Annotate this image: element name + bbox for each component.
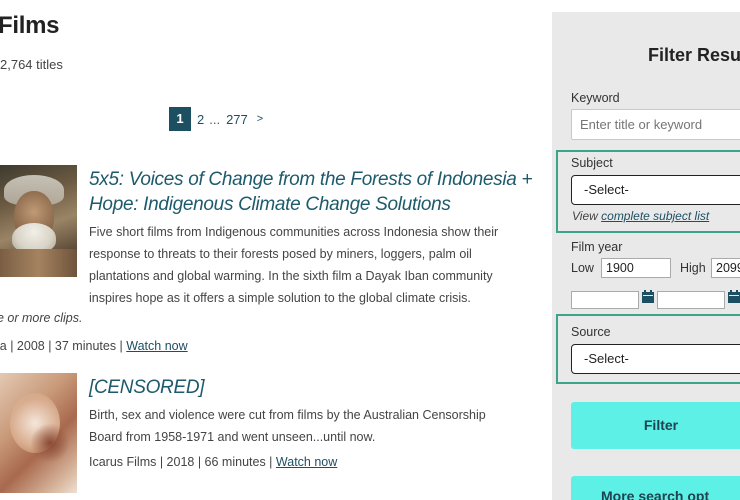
subject-label: Subject xyxy=(571,156,613,170)
pagination: 1 2 ... 277 > xyxy=(169,107,263,131)
page-link-last[interactable]: 277 xyxy=(226,112,248,127)
film-year-label: Film year xyxy=(571,240,623,254)
film-description: Five short films from Indigenous communi… xyxy=(89,225,499,305)
subject-select[interactable]: -Select- xyxy=(571,175,740,205)
calendar-icon[interactable] xyxy=(642,290,654,303)
more-search-options-button[interactable]: More search opt xyxy=(571,476,740,500)
low-label: Low xyxy=(571,261,594,275)
page-current[interactable]: 1 xyxy=(169,107,191,131)
thumbnail-detail xyxy=(30,423,70,463)
page-link-2[interactable]: 2 xyxy=(197,112,204,127)
film-meta: ia | 2008 | 37 minutes | Watch now xyxy=(0,339,188,353)
page-title: Films xyxy=(0,12,60,39)
year-low-input[interactable]: 1900 xyxy=(601,258,671,278)
date-to-input[interactable] xyxy=(657,291,725,309)
view-subjects: View complete subject list xyxy=(572,209,709,223)
film-title-line: 5x5: Voices of Change from the Forests o… xyxy=(89,169,533,190)
thumbnail-detail xyxy=(0,249,77,277)
source-label: Source xyxy=(571,325,611,339)
watch-now-link[interactable]: Watch now xyxy=(276,455,337,469)
date-from-input[interactable] xyxy=(571,291,639,309)
view-prefix: View xyxy=(572,209,602,223)
film-description: Birth, sex and violence were cut from fi… xyxy=(89,408,486,444)
film-thumbnail[interactable] xyxy=(0,165,77,277)
film-meta: Icarus Films | 2018 | 66 minutes | Watch… xyxy=(89,455,337,469)
keyword-input[interactable] xyxy=(571,109,740,140)
keyword-label: Keyword xyxy=(571,91,620,105)
film-title-link[interactable]: [CENSORED] xyxy=(89,375,205,400)
film-title-line: Hope: Indigenous Climate Change Solution… xyxy=(89,194,451,215)
calendar-icon[interactable] xyxy=(728,290,740,303)
complete-subject-list-link[interactable]: complete subject list xyxy=(601,209,709,223)
source-select[interactable]: -Select- xyxy=(571,344,740,374)
filter-button[interactable]: Filter xyxy=(571,402,740,449)
page-ellipsis: ... xyxy=(209,111,221,127)
result-count: 2,764 titles xyxy=(0,57,63,72)
high-label: High xyxy=(680,261,706,275)
next-page-icon[interactable]: > xyxy=(257,113,263,125)
film-meta-text: ia | 2008 | 37 minutes | xyxy=(0,339,127,353)
year-high-input[interactable]: 2099 xyxy=(711,258,740,278)
filter-title: Filter Result xyxy=(648,45,740,65)
watch-now-link[interactable]: Watch now xyxy=(126,339,187,353)
film-clips-note: e or more clips. xyxy=(0,311,83,325)
film-title-link[interactable]: 5x5: Voices of Change from the Forests o… xyxy=(89,167,539,217)
film-thumbnail[interactable] xyxy=(0,373,77,493)
film-meta-text: Icarus Films | 2018 | 66 minutes | xyxy=(89,455,276,469)
